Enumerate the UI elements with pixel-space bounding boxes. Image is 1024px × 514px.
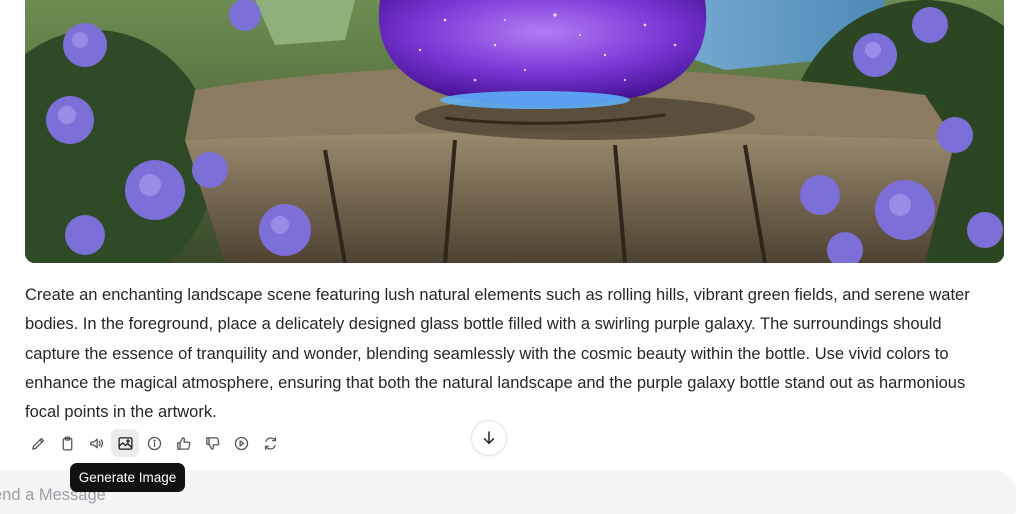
image-icon [117, 436, 133, 450]
read-aloud-button[interactable] [82, 429, 110, 457]
arrow-down-icon [483, 431, 495, 444]
regenerate-button[interactable] [256, 429, 284, 457]
play-icon [234, 436, 248, 450]
edit-button[interactable] [24, 429, 52, 457]
thumbs-down-icon [205, 436, 219, 450]
bad-response-button[interactable] [198, 429, 226, 457]
message-action-toolbar [24, 429, 284, 457]
refresh-icon [264, 436, 276, 450]
continue-response-button[interactable] [227, 429, 255, 457]
assistant-message-text: Create an enchanting landscape scene fea… [25, 286, 970, 422]
pencil-icon [31, 437, 44, 450]
generate-image-tooltip: Generate Image [70, 463, 185, 492]
generate-image-button[interactable] [111, 429, 139, 457]
generation-info-button[interactable] [140, 429, 168, 457]
chat-page: Create an enchanting landscape scene fea… [0, 0, 1024, 514]
info-icon [147, 436, 161, 450]
clipboard-icon [62, 435, 72, 451]
good-response-button[interactable] [169, 429, 197, 457]
speaker-icon [89, 438, 103, 448]
scroll-to-bottom-button[interactable] [471, 420, 507, 456]
galaxy-bottle-landscape-image [25, 0, 1004, 263]
generated-image[interactable] [25, 0, 1004, 263]
thumbs-up-icon [176, 436, 190, 450]
copy-button[interactable] [53, 429, 81, 457]
